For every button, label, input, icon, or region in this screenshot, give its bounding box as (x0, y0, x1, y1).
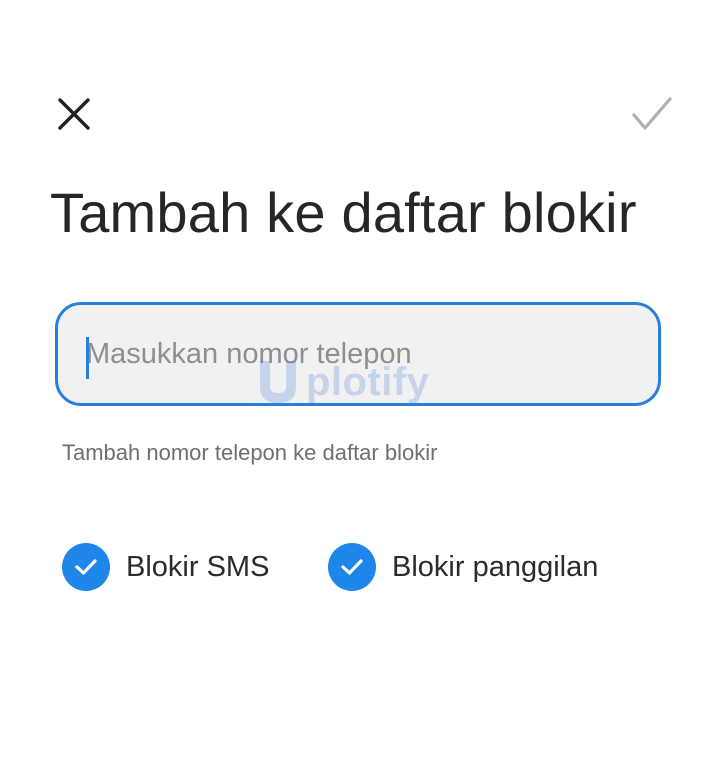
confirm-button[interactable] (628, 90, 676, 138)
close-icon (58, 98, 90, 130)
page-title: Tambah ke daftar blokir (50, 181, 637, 244)
block-sms-option[interactable]: Blokir SMS (62, 541, 269, 593)
phone-number-field[interactable] (55, 302, 661, 406)
checkbox-checked-icon[interactable] (328, 543, 376, 591)
block-sms-label: Blokir SMS (126, 550, 270, 583)
checkmark-icon (632, 97, 672, 130)
text-cursor (86, 337, 89, 379)
helper-text: Tambah nomor telepon ke daftar blokir (62, 440, 438, 465)
block-calls-option[interactable]: Blokir panggilan (328, 541, 598, 593)
block-calls-label: Blokir panggilan (392, 550, 599, 583)
close-button[interactable] (52, 92, 96, 136)
checkbox-checked-icon[interactable] (62, 543, 110, 591)
phone-number-input[interactable] (86, 305, 636, 403)
